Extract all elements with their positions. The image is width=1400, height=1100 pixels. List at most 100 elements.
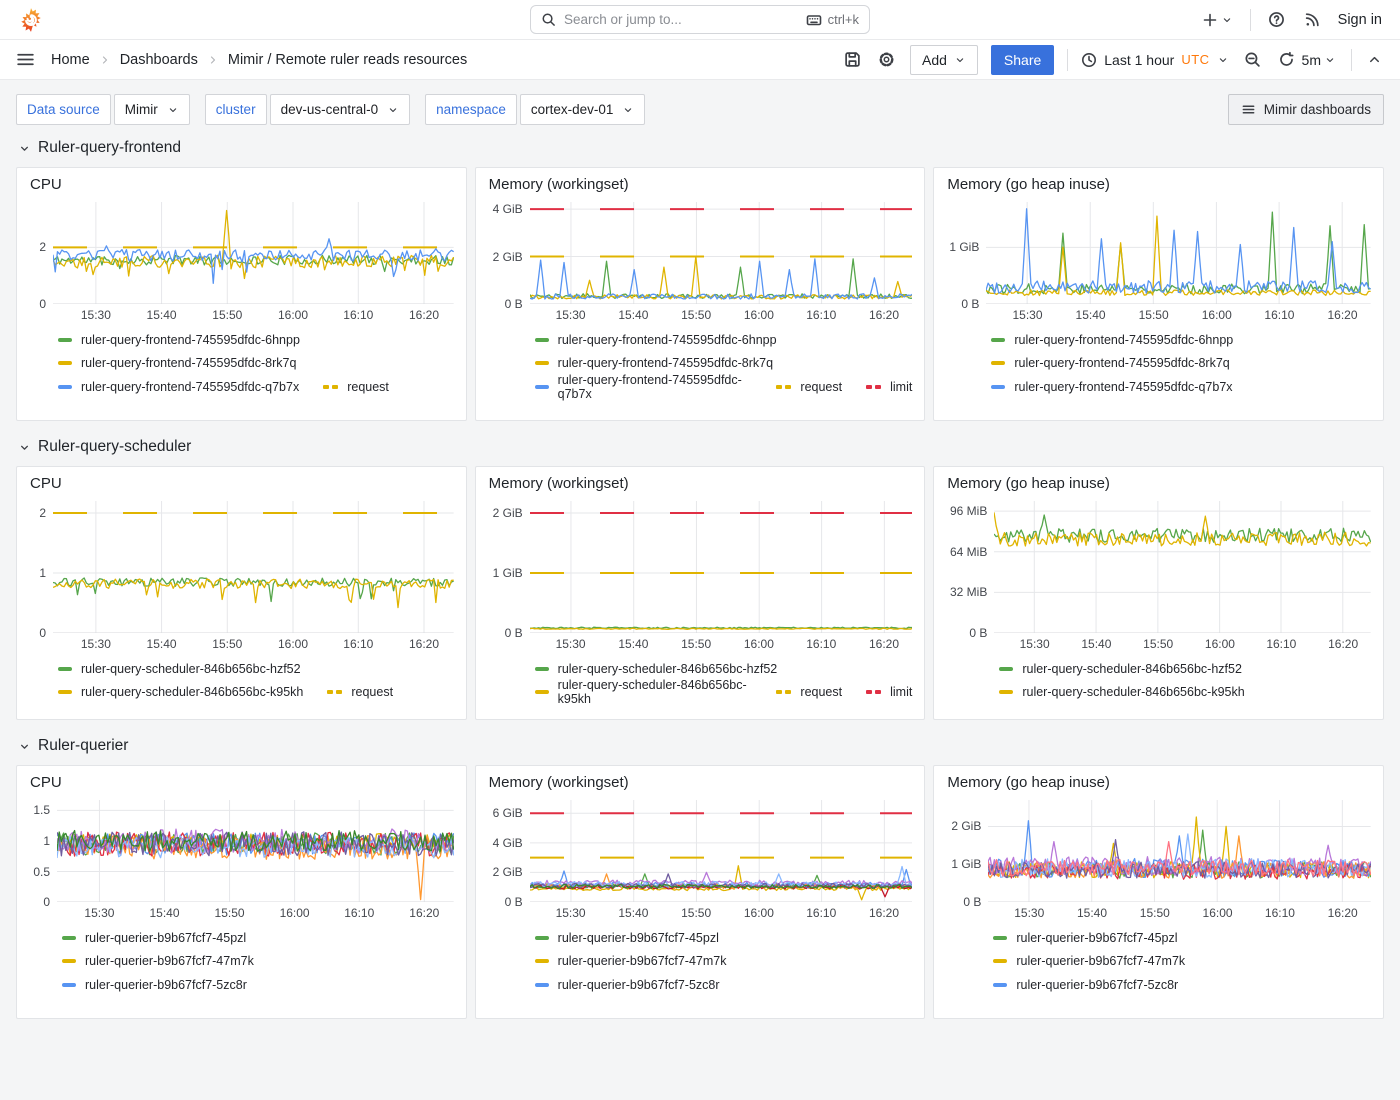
- legend-item[interactable]: ruler-query-scheduler-846b656bc-k95kh: [58, 685, 303, 699]
- x-tick-label: 16:10: [806, 906, 836, 920]
- chart[interactable]: [988, 800, 1371, 902]
- help-icon: [1268, 11, 1285, 28]
- panel: Memory (workingset)0 B2 GiB4 GiB15:3015:…: [475, 167, 926, 421]
- legend-item[interactable]: ruler-query-frontend-745595dfdc-8rk7q: [535, 356, 773, 370]
- x-tick-label: 15:40: [147, 308, 177, 322]
- news-button[interactable]: [1302, 9, 1323, 30]
- section-header[interactable]: Ruler-query-frontend: [18, 139, 1384, 157]
- legend-label: ruler-query-frontend-745595dfdc-8rk7q: [81, 356, 296, 370]
- legend-item[interactable]: ruler-querier-b9b67fcf7-5zc8r: [993, 978, 1178, 992]
- legend-item[interactable]: request: [776, 685, 842, 699]
- refresh-button[interactable]: 5m: [1276, 49, 1338, 70]
- legend-item[interactable]: ruler-query-frontend-745595dfdc-8rk7q: [991, 356, 1229, 370]
- legend-item[interactable]: ruler-query-scheduler-846b656bc-k95kh: [999, 685, 1244, 699]
- plot-canvas[interactable]: [530, 202, 913, 304]
- variable-namespace-value[interactable]: cortex-dev-01: [520, 94, 646, 125]
- chart[interactable]: [530, 501, 913, 633]
- section-header[interactable]: Ruler-querier: [18, 737, 1384, 755]
- variable-datasource-label[interactable]: Data source: [16, 94, 111, 125]
- variable-cluster-value[interactable]: dev-us-central-0: [270, 94, 411, 125]
- panel-title[interactable]: Memory (workingset): [484, 773, 913, 800]
- plot-canvas[interactable]: [994, 501, 1371, 633]
- legend-item[interactable]: limit: [866, 685, 912, 699]
- breadcrumb-home[interactable]: Home: [51, 52, 90, 68]
- legend-item[interactable]: ruler-querier-b9b67fcf7-45pzl: [993, 931, 1177, 945]
- share-button[interactable]: Share: [991, 45, 1054, 75]
- panel-title[interactable]: Memory (go heap inuse): [942, 773, 1371, 800]
- chart[interactable]: [53, 202, 454, 304]
- plot-canvas[interactable]: [530, 501, 913, 633]
- plot-canvas[interactable]: [53, 202, 454, 304]
- mimir-dashboards-button[interactable]: Mimir dashboards: [1228, 94, 1384, 125]
- chart[interactable]: [530, 800, 913, 902]
- divider: [1351, 49, 1352, 71]
- plot-canvas[interactable]: [530, 800, 913, 902]
- time-range-picker[interactable]: Last 1 hour UTC: [1081, 52, 1228, 68]
- chart[interactable]: [986, 202, 1371, 304]
- top-bar: Search or jump to... ctrl+k Sign in: [0, 0, 1400, 40]
- variable-datasource-value[interactable]: Mimir: [114, 94, 190, 125]
- legend-item[interactable]: ruler-querier-b9b67fcf7-47m7k: [62, 954, 254, 968]
- legend-item[interactable]: ruler-querier-b9b67fcf7-5zc8r: [535, 978, 720, 992]
- chart[interactable]: [57, 800, 454, 902]
- panel-title[interactable]: CPU: [25, 773, 454, 800]
- dashboard-sections: Ruler-query-frontendCPU0215:3015:4015:50…: [16, 139, 1384, 1019]
- legend-item[interactable]: ruler-querier-b9b67fcf7-45pzl: [62, 931, 246, 945]
- legend-item[interactable]: ruler-query-scheduler-846b656bc-k95kh: [535, 678, 753, 706]
- legend-item[interactable]: ruler-query-frontend-745595dfdc-q7b7x: [991, 380, 1232, 394]
- variable-namespace-label[interactable]: namespace: [425, 94, 517, 125]
- legend-item[interactable]: ruler-querier-b9b67fcf7-5zc8r: [62, 978, 247, 992]
- legend-item[interactable]: ruler-query-frontend-745595dfdc-8rk7q: [58, 356, 296, 370]
- search-input[interactable]: Search or jump to... ctrl+k: [530, 5, 870, 34]
- legend-item[interactable]: ruler-query-frontend-745595dfdc-6hnpp: [991, 333, 1233, 347]
- panel-title[interactable]: Memory (workingset): [484, 474, 913, 501]
- x-tick-label: 15:50: [681, 637, 711, 651]
- plot-canvas[interactable]: [57, 800, 454, 902]
- save-dashboard-button[interactable]: [842, 49, 863, 70]
- help-button[interactable]: [1266, 9, 1287, 30]
- legend-item[interactable]: request: [776, 380, 842, 394]
- legend-item[interactable]: ruler-querier-b9b67fcf7-47m7k: [535, 954, 727, 968]
- legend-item[interactable]: ruler-query-frontend-745595dfdc-6hnpp: [535, 333, 777, 347]
- legend-item[interactable]: ruler-query-scheduler-846b656bc-hzf52: [535, 662, 778, 676]
- legend-item[interactable]: ruler-querier-b9b67fcf7-47m7k: [993, 954, 1185, 968]
- panel-title[interactable]: Memory (go heap inuse): [942, 474, 1371, 501]
- plot-canvas[interactable]: [53, 501, 454, 633]
- variable-cluster-label[interactable]: cluster: [205, 94, 267, 125]
- legend-row: ruler-querier-b9b67fcf7-45pzl: [993, 926, 1371, 950]
- panel-title[interactable]: CPU: [25, 175, 454, 202]
- legend-item[interactable]: ruler-query-frontend-745595dfdc-q7b7x: [58, 380, 299, 394]
- collapse-toolbar-button[interactable]: [1365, 50, 1384, 69]
- plot-canvas[interactable]: [986, 202, 1371, 304]
- panel-title[interactable]: Memory (workingset): [484, 175, 913, 202]
- panel-title[interactable]: Memory (go heap inuse): [942, 175, 1371, 202]
- dashboard-settings-button[interactable]: [876, 49, 897, 70]
- chart[interactable]: [53, 501, 454, 633]
- section-header[interactable]: Ruler-query-scheduler: [18, 438, 1384, 456]
- x-tick-label: 16:20: [869, 308, 899, 322]
- chart[interactable]: [994, 501, 1371, 633]
- y-tick-label: 1 GiB: [493, 566, 523, 580]
- plot-canvas[interactable]: [988, 800, 1371, 902]
- panel-title[interactable]: CPU: [25, 474, 454, 501]
- sign-in-link[interactable]: Sign in: [1338, 12, 1382, 28]
- grafana-logo[interactable]: [18, 7, 44, 33]
- menu-icon[interactable]: [16, 50, 35, 69]
- legend-item[interactable]: request: [323, 380, 389, 394]
- x-tick-label: 16:20: [409, 906, 439, 920]
- legend-item[interactable]: ruler-query-frontend-745595dfdc-6hnpp: [58, 333, 300, 347]
- new-button[interactable]: [1200, 10, 1235, 30]
- legend-item[interactable]: ruler-querier-b9b67fcf7-45pzl: [535, 931, 719, 945]
- breadcrumb-dashboards[interactable]: Dashboards: [120, 52, 198, 68]
- legend-item[interactable]: ruler-query-scheduler-846b656bc-hzf52: [999, 662, 1242, 676]
- x-tick-label: 15:30: [81, 308, 111, 322]
- legend-item[interactable]: limit: [866, 380, 912, 394]
- chart[interactable]: [530, 202, 913, 304]
- legend-item[interactable]: request: [327, 685, 393, 699]
- legend-item[interactable]: ruler-query-frontend-745595dfdc-q7b7x: [535, 373, 753, 401]
- zoom-out-button[interactable]: [1242, 49, 1263, 70]
- add-button[interactable]: Add: [910, 45, 978, 75]
- y-axis: 0 B2 GiB4 GiB: [484, 202, 530, 304]
- legend-item[interactable]: ruler-query-scheduler-846b656bc-hzf52: [58, 662, 301, 676]
- legend-label: ruler-querier-b9b67fcf7-5zc8r: [1016, 978, 1178, 992]
